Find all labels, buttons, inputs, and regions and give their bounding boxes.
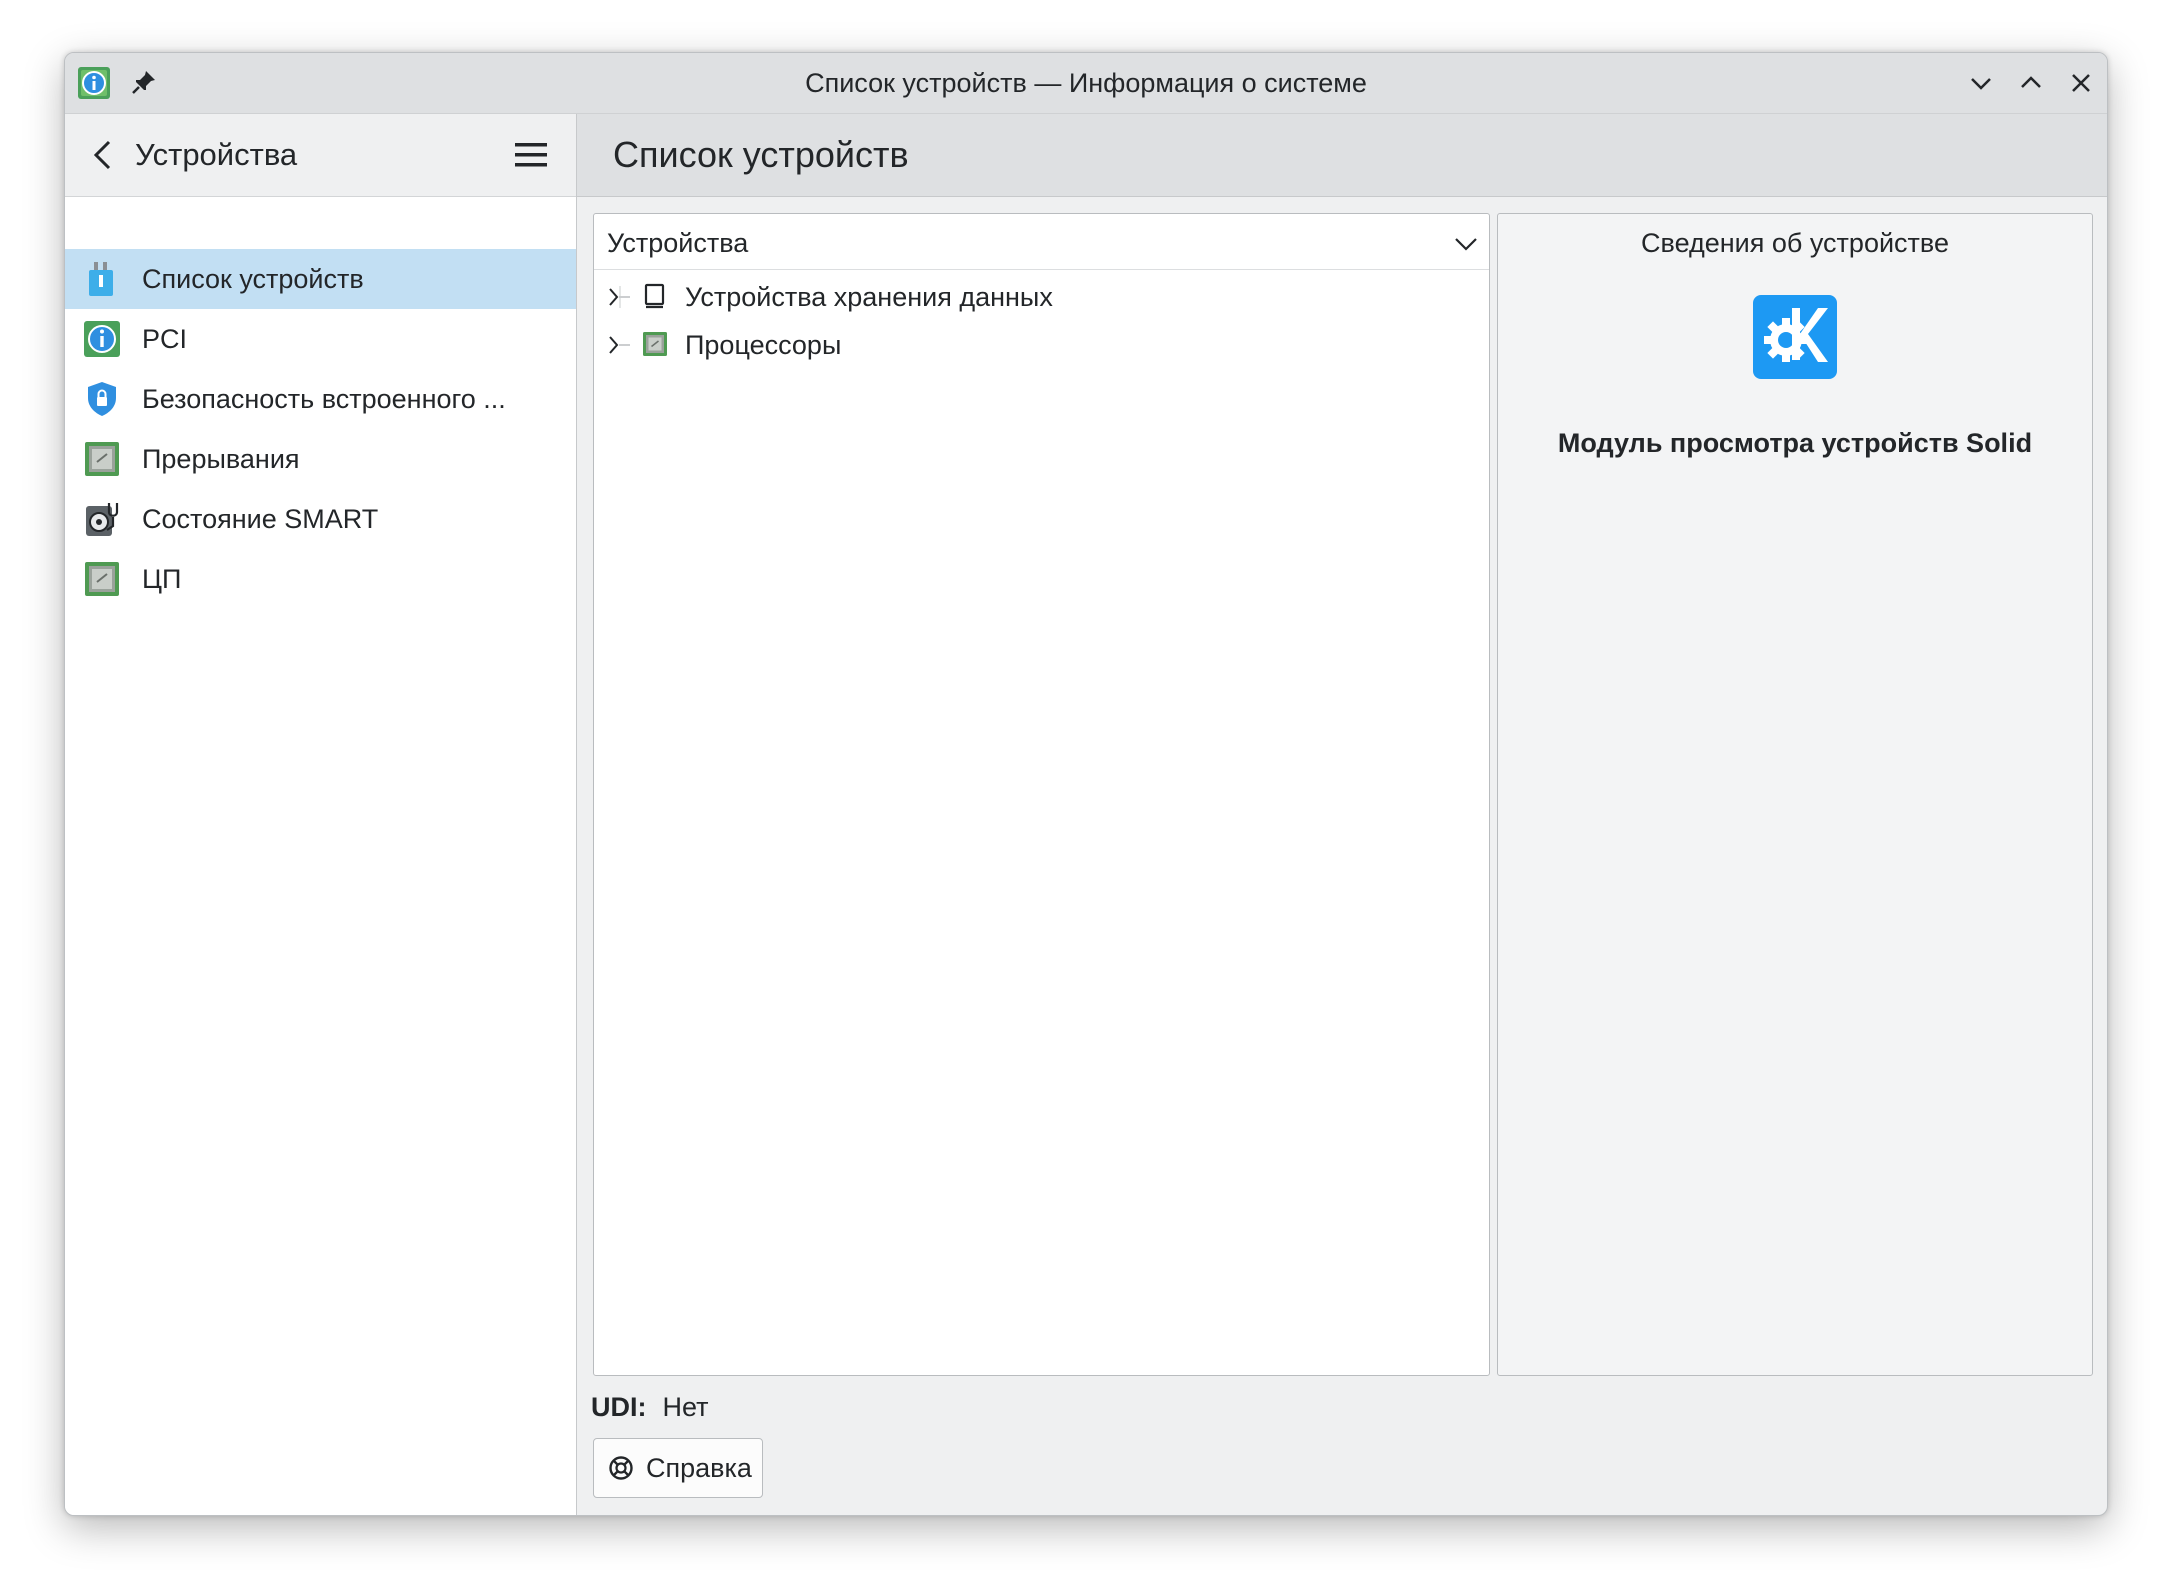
expand-arrow-icon[interactable] — [606, 286, 632, 308]
details-title: Сведения об устройстве — [1641, 228, 1949, 258]
chevron-down-icon — [1455, 238, 1477, 251]
expand-arrow-icon[interactable] — [606, 334, 632, 356]
shield-icon — [88, 382, 116, 416]
cpu-icon — [643, 332, 667, 356]
tree-row-label: Процессоры — [685, 330, 842, 360]
tree-row-processors[interactable]: Процессоры — [594, 320, 1489, 368]
help-lifebuoy-icon — [609, 1456, 633, 1480]
sidebar-item-label: Состояние SMART — [142, 504, 379, 534]
sidebar-item-label: PCI — [142, 324, 188, 354]
chip-icon — [85, 442, 119, 476]
device-details-panel: Сведения об устройстве Модуль просмотра … — [1497, 213, 2093, 1376]
tree-row-label: Устройства хранения данных — [685, 282, 1053, 312]
sidebar-item-label: Список устройств — [142, 264, 364, 294]
device-filter-dropdown[interactable]: Устройства — [594, 214, 1489, 270]
sidebar-item-interrupts[interactable]: Прерывания — [65, 429, 576, 489]
minimize-button[interactable] — [1965, 67, 1997, 99]
app-window: Список устройств — Информация о системе … — [64, 52, 2108, 1516]
storage-icon — [644, 283, 665, 309]
device-list-icon — [89, 262, 113, 296]
dropdown-value: Устройства — [607, 228, 749, 258]
sidebar-item-smart-status[interactable]: Состояние SMART — [65, 489, 576, 549]
close-button[interactable] — [2065, 67, 2097, 99]
sidebar-item-firmware-security[interactable]: Безопасность встроенного ... — [65, 369, 576, 429]
title-bar: Список устройств — Информация о системе — [65, 53, 2107, 114]
device-tree: Устройства Устройства хранения данных Пр… — [593, 213, 1490, 1376]
hamburger-menu-icon[interactable] — [513, 138, 549, 172]
sidebar-item-pci[interactable]: PCI — [65, 309, 576, 369]
device-name: Модуль просмотра устройств Solid — [1557, 428, 2033, 458]
window-title: Список устройств — Информация о системе — [805, 68, 1367, 98]
kde-logo-icon — [1753, 295, 1837, 379]
page-title: Список устройств — [613, 134, 909, 175]
info-icon — [84, 321, 120, 357]
sidebar: Устройства Список устройств PCI Безопасн… — [65, 114, 577, 1515]
back-arrow-icon[interactable] — [87, 137, 121, 173]
sidebar-item-label: Безопасность встроенного ... — [142, 384, 506, 414]
sidebar-title: Устройства — [135, 137, 298, 172]
udi-value: Нет — [662, 1392, 709, 1422]
tree-row-storage[interactable]: Устройства хранения данных — [594, 272, 1489, 320]
sidebar-item-label: Прерывания — [142, 444, 300, 474]
cpu-icon — [85, 562, 119, 596]
page-header: Список устройств — [577, 114, 2107, 197]
sidebar-item-cpu[interactable]: ЦП — [65, 549, 576, 609]
sidebar-header: Устройства — [65, 114, 576, 197]
sidebar-item-label: ЦП — [142, 564, 182, 594]
stethoscope-icon — [86, 503, 119, 536]
help-button[interactable]: Справка — [593, 1438, 763, 1498]
help-button-label: Справка — [646, 1453, 752, 1483]
udi-label: UDI: — [591, 1392, 647, 1422]
maximize-button[interactable] — [2015, 67, 2047, 99]
sidebar-item-device-list[interactable]: Список устройств — [65, 249, 576, 309]
udi-line: UDI: Нет — [591, 1389, 708, 1425]
